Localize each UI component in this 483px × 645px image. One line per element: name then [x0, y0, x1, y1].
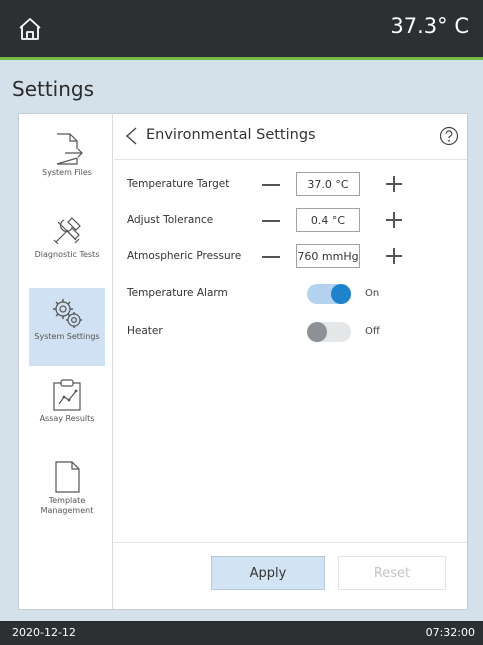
back-chevron-icon[interactable]: [124, 126, 138, 146]
sidebar-item-system-files[interactable]: System Files: [29, 124, 105, 202]
toggle-knob: [307, 322, 327, 342]
main-panel: Settings System Files Diagnostic Tests S…: [0, 60, 483, 621]
content-area: Environmental Settings Temperature Targe…: [114, 114, 467, 609]
heater-toggle[interactable]: [307, 322, 351, 342]
sidebar-item-label: Diagnostic Tests: [34, 250, 100, 259]
status-bar: 2020-12-12 07:32:00: [0, 621, 483, 645]
settings-card: System Files Diagnostic Tests System Set…: [18, 113, 468, 610]
gears-icon: [53, 299, 82, 328]
document-icon: [55, 461, 80, 493]
adjust-tolerance-label: Adjust Tolerance: [127, 214, 214, 226]
footer-divider: [114, 542, 467, 543]
sidebar-item-diagnostic-tests[interactable]: Diagnostic Tests: [29, 206, 105, 284]
heater-state: Off: [365, 326, 380, 337]
sidebar-item-template-management[interactable]: Template Management: [29, 452, 105, 530]
temperature-target-label: Temperature Target: [127, 178, 230, 190]
status-time: 07:32:00: [425, 626, 475, 639]
home-icon[interactable]: [18, 17, 42, 41]
temperature-readout: 37.3° C: [390, 14, 469, 38]
temperature-alarm-label: Temperature Alarm: [127, 287, 228, 299]
clipboard-chart-icon: [53, 379, 81, 411]
tools-icon: [53, 217, 81, 245]
section-title: Environmental Settings: [146, 127, 316, 143]
atmospheric-pressure-field[interactable]: 760 mmHg: [296, 244, 360, 268]
file-export-icon: [56, 133, 83, 165]
sidebar-item-label: Assay Results: [39, 414, 95, 423]
content-header: Environmental Settings: [114, 114, 467, 160]
adjust-tolerance-increment-button[interactable]: [386, 212, 402, 228]
temperature-target-decrement-button[interactable]: [262, 184, 280, 186]
sidebar-item-label: System Settings: [34, 332, 100, 341]
sidebar-item-system-settings[interactable]: System Settings: [29, 288, 105, 366]
top-bar: 37.3° C: [0, 0, 483, 57]
atmospheric-pressure-label: Atmospheric Pressure: [127, 250, 242, 262]
adjust-tolerance-decrement-button[interactable]: [262, 220, 280, 222]
status-date: 2020-12-12: [12, 626, 76, 639]
heater-label: Heater: [127, 325, 163, 337]
temperature-target-increment-button[interactable]: [386, 176, 402, 192]
sidebar-item-assay-results[interactable]: Assay Results: [29, 370, 105, 448]
sidebar-item-label: Template Management: [40, 496, 94, 515]
sidebar: System Files Diagnostic Tests System Set…: [19, 114, 113, 609]
page-title: Settings: [12, 77, 95, 101]
atmospheric-pressure-decrement-button[interactable]: [262, 256, 280, 258]
temperature-alarm-state: On: [365, 288, 380, 299]
sidebar-item-label: System Files: [42, 168, 92, 177]
temperature-alarm-toggle[interactable]: [307, 284, 351, 304]
apply-button[interactable]: Apply: [211, 556, 325, 590]
toggle-knob: [331, 284, 351, 304]
reset-button[interactable]: Reset: [338, 556, 446, 590]
temperature-target-field[interactable]: 37.0 °C: [296, 172, 360, 196]
adjust-tolerance-field[interactable]: 0.4 °C: [296, 208, 360, 232]
atmospheric-pressure-increment-button[interactable]: [386, 248, 402, 264]
help-icon[interactable]: [439, 126, 459, 146]
